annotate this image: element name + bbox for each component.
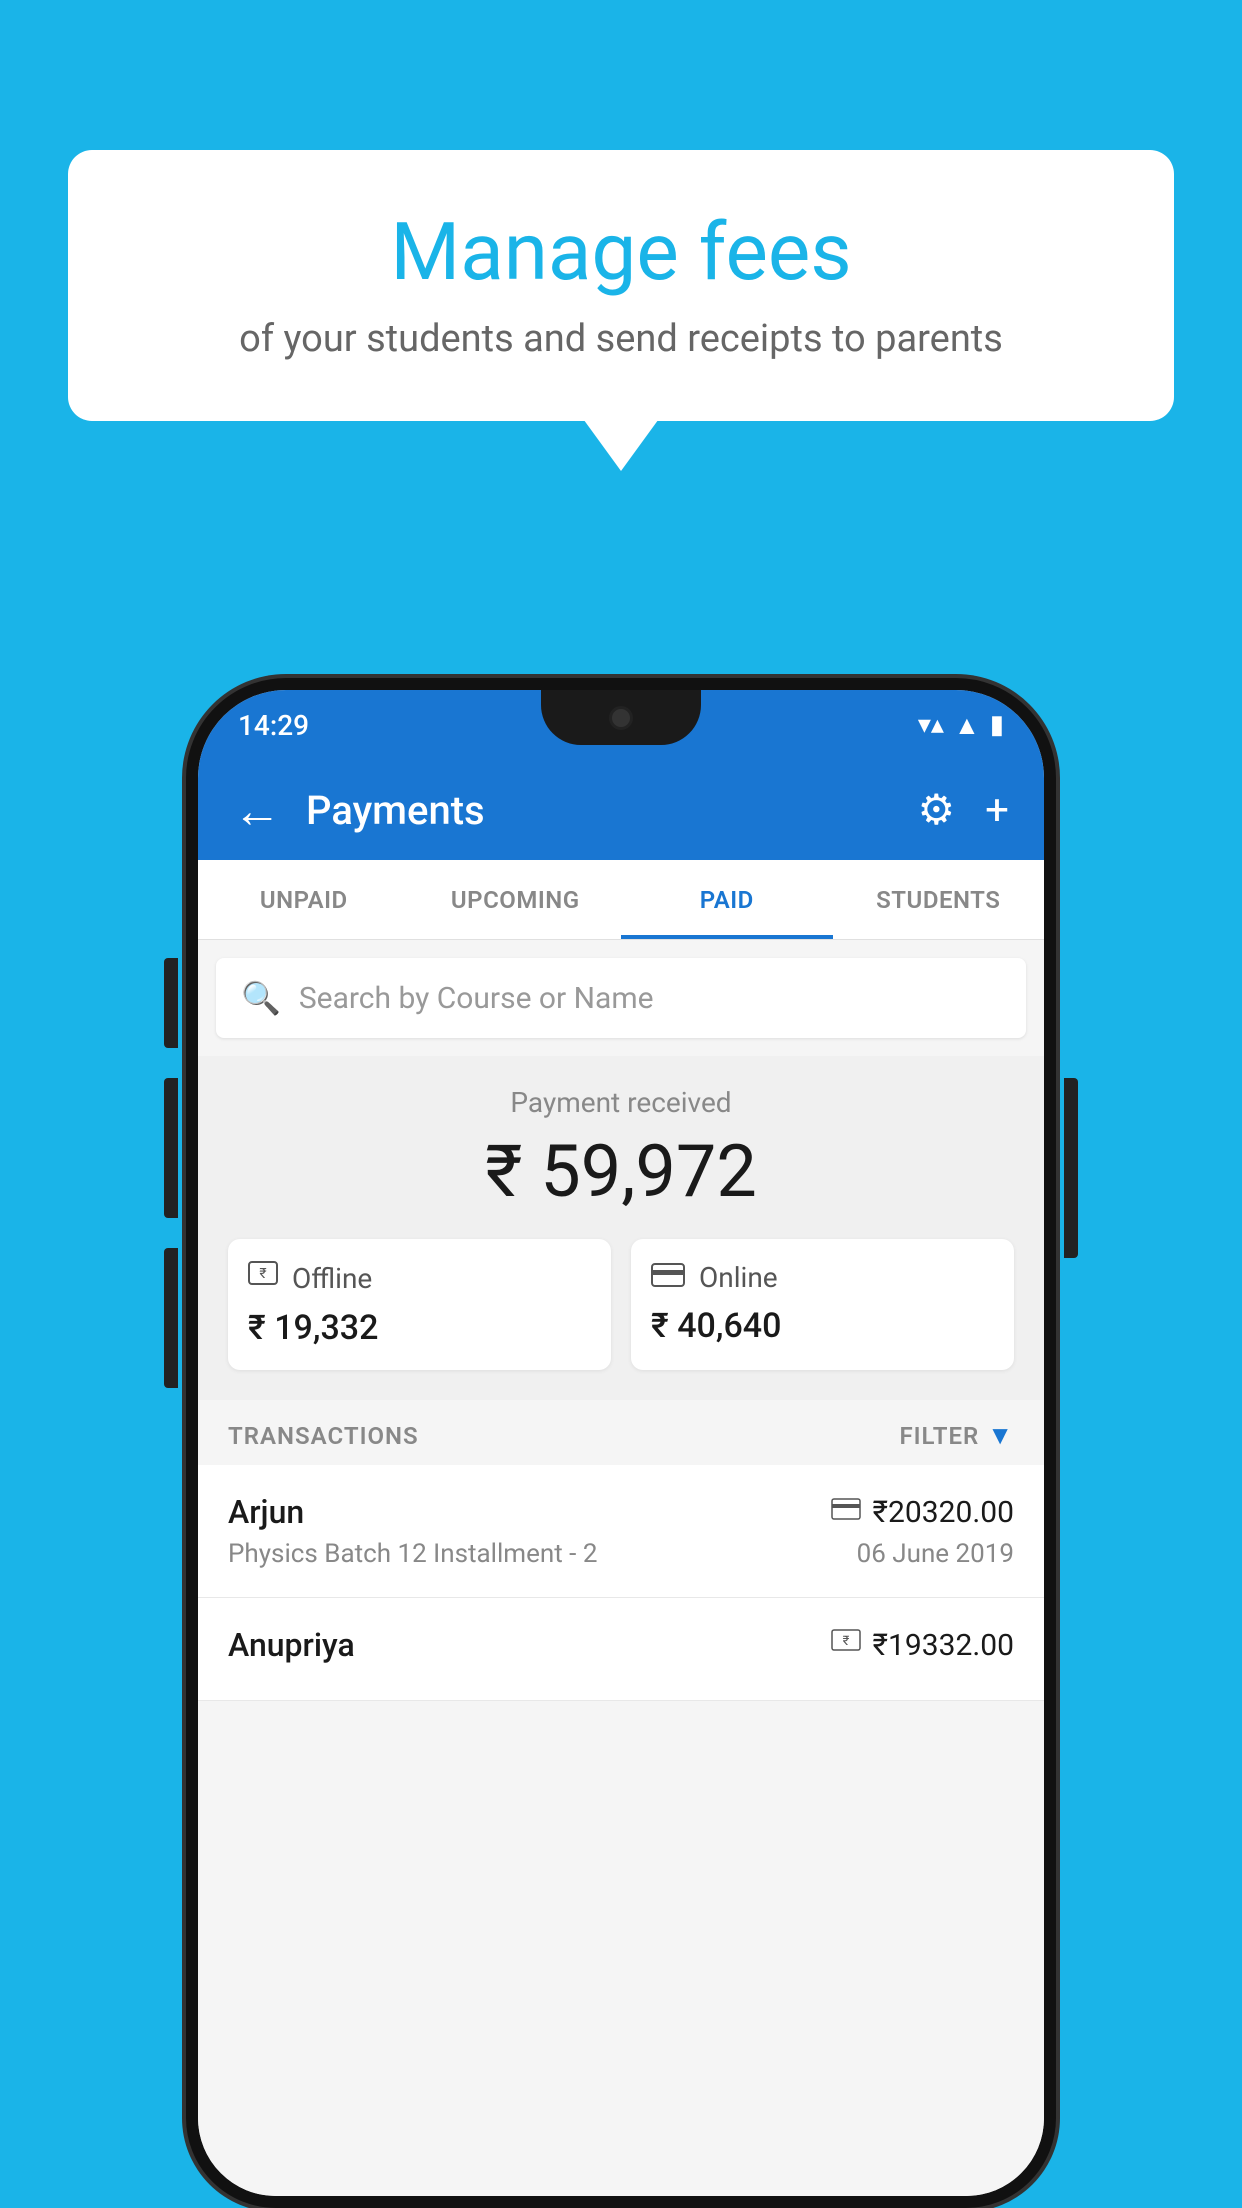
- tab-upcoming[interactable]: UPCOMING: [410, 860, 622, 939]
- app-title: Payments: [306, 787, 893, 834]
- transaction-amount-wrap: ₹20320.00: [831, 1495, 1014, 1530]
- transactions-header: TRANSACTIONS FILTER ▼: [198, 1400, 1044, 1465]
- transaction-row1: Anupriya ₹ ₹19332.00: [228, 1626, 1014, 1664]
- offline-payment-icon: ₹: [248, 1261, 278, 1296]
- online-label: Online: [699, 1261, 778, 1294]
- search-input[interactable]: Search by Course or Name: [299, 981, 654, 1016]
- search-bar[interactable]: 🔍 Search by Course or Name: [216, 958, 1026, 1038]
- offline-payment-card: ₹ Offline ₹ 19,332: [228, 1239, 611, 1370]
- transactions-label: TRANSACTIONS: [228, 1422, 419, 1450]
- online-payment-icon: [651, 1261, 685, 1294]
- svg-text:₹: ₹: [842, 1634, 849, 1649]
- filter-button[interactable]: FILTER ▼: [899, 1420, 1014, 1451]
- side-btn-vol-up: [164, 1078, 178, 1218]
- table-row[interactable]: Arjun ₹20320.00 Physics: [198, 1465, 1044, 1598]
- transaction-list: Arjun ₹20320.00 Physics: [198, 1465, 1044, 1701]
- transaction-row1: Arjun ₹20320.00: [228, 1493, 1014, 1531]
- side-btn-right: [1064, 1078, 1078, 1258]
- bubble-title: Manage fees: [128, 205, 1114, 299]
- payment-summary: Payment received ₹ 59,972 ₹: [198, 1056, 1044, 1400]
- status-time: 14:29: [238, 709, 309, 742]
- wifi-icon: ▾▴: [918, 710, 944, 740]
- phone-screen: 14:29 ▾▴ ▲ ▮ ← Payments ⚙ + UNPAID UPCOM…: [198, 690, 1044, 2196]
- filter-label: FILTER: [899, 1422, 979, 1450]
- transaction-desc: Physics Batch 12 Installment - 2: [228, 1539, 597, 1569]
- signal-icon: ▲: [954, 710, 980, 741]
- payment-total-amount: ₹ 59,972: [228, 1129, 1014, 1214]
- transaction-name: Anupriya: [228, 1626, 355, 1664]
- phone-outer: 14:29 ▾▴ ▲ ▮ ← Payments ⚙ + UNPAID UPCOM…: [186, 678, 1056, 2208]
- online-payment-card: Online ₹ 40,640: [631, 1239, 1014, 1370]
- payment-cards: ₹ Offline ₹ 19,332: [228, 1239, 1014, 1370]
- offline-payment-icon2: ₹: [831, 1629, 861, 1662]
- online-card-header: Online: [651, 1261, 994, 1294]
- notch: [541, 690, 701, 745]
- filter-icon: ▼: [987, 1420, 1014, 1451]
- speech-bubble: Manage fees of your students and send re…: [68, 150, 1174, 421]
- screen-content: 🔍 Search by Course or Name Payment recei…: [198, 940, 1044, 2196]
- side-btn-power: [164, 958, 178, 1048]
- offline-amount: ₹ 19,332: [248, 1308, 591, 1348]
- tab-unpaid[interactable]: UNPAID: [198, 860, 410, 939]
- svg-text:₹: ₹: [259, 1266, 266, 1282]
- transaction-row2: Physics Batch 12 Installment - 2 06 June…: [228, 1539, 1014, 1569]
- settings-button[interactable]: ⚙: [918, 785, 956, 835]
- app-bar-actions: ⚙ +: [918, 785, 1010, 835]
- add-button[interactable]: +: [985, 786, 1009, 835]
- notch-camera: [609, 706, 633, 730]
- bubble-subtitle: of your students and send receipts to pa…: [128, 317, 1114, 361]
- table-row[interactable]: Anupriya ₹ ₹19332.00: [198, 1598, 1044, 1701]
- search-icon: 🔍: [241, 979, 281, 1017]
- battery-icon: ▮: [990, 710, 1004, 740]
- transaction-amount-wrap: ₹ ₹19332.00: [831, 1628, 1014, 1663]
- transaction-amount: ₹20320.00: [873, 1495, 1014, 1530]
- offline-card-header: ₹ Offline: [248, 1261, 591, 1296]
- status-icons: ▾▴ ▲ ▮: [918, 710, 1004, 741]
- transaction-amount: ₹19332.00: [873, 1628, 1014, 1663]
- side-btn-vol-down: [164, 1248, 178, 1388]
- tab-students[interactable]: STUDENTS: [833, 860, 1045, 939]
- transaction-date: 06 June 2019: [857, 1539, 1014, 1569]
- payment-received-label: Payment received: [228, 1086, 1014, 1119]
- back-button[interactable]: ←: [233, 782, 281, 839]
- transaction-name: Arjun: [228, 1493, 304, 1531]
- speech-bubble-container: Manage fees of your students and send re…: [68, 150, 1174, 421]
- online-amount: ₹ 40,640: [651, 1306, 994, 1346]
- back-icon: ←: [233, 782, 281, 839]
- app-bar: ← Payments ⚙ +: [198, 760, 1044, 860]
- tabs-bar: UNPAID UPCOMING PAID STUDENTS: [198, 860, 1044, 940]
- tab-paid[interactable]: PAID: [621, 860, 833, 939]
- offline-label: Offline: [292, 1262, 372, 1295]
- card-payment-icon: [831, 1497, 861, 1527]
